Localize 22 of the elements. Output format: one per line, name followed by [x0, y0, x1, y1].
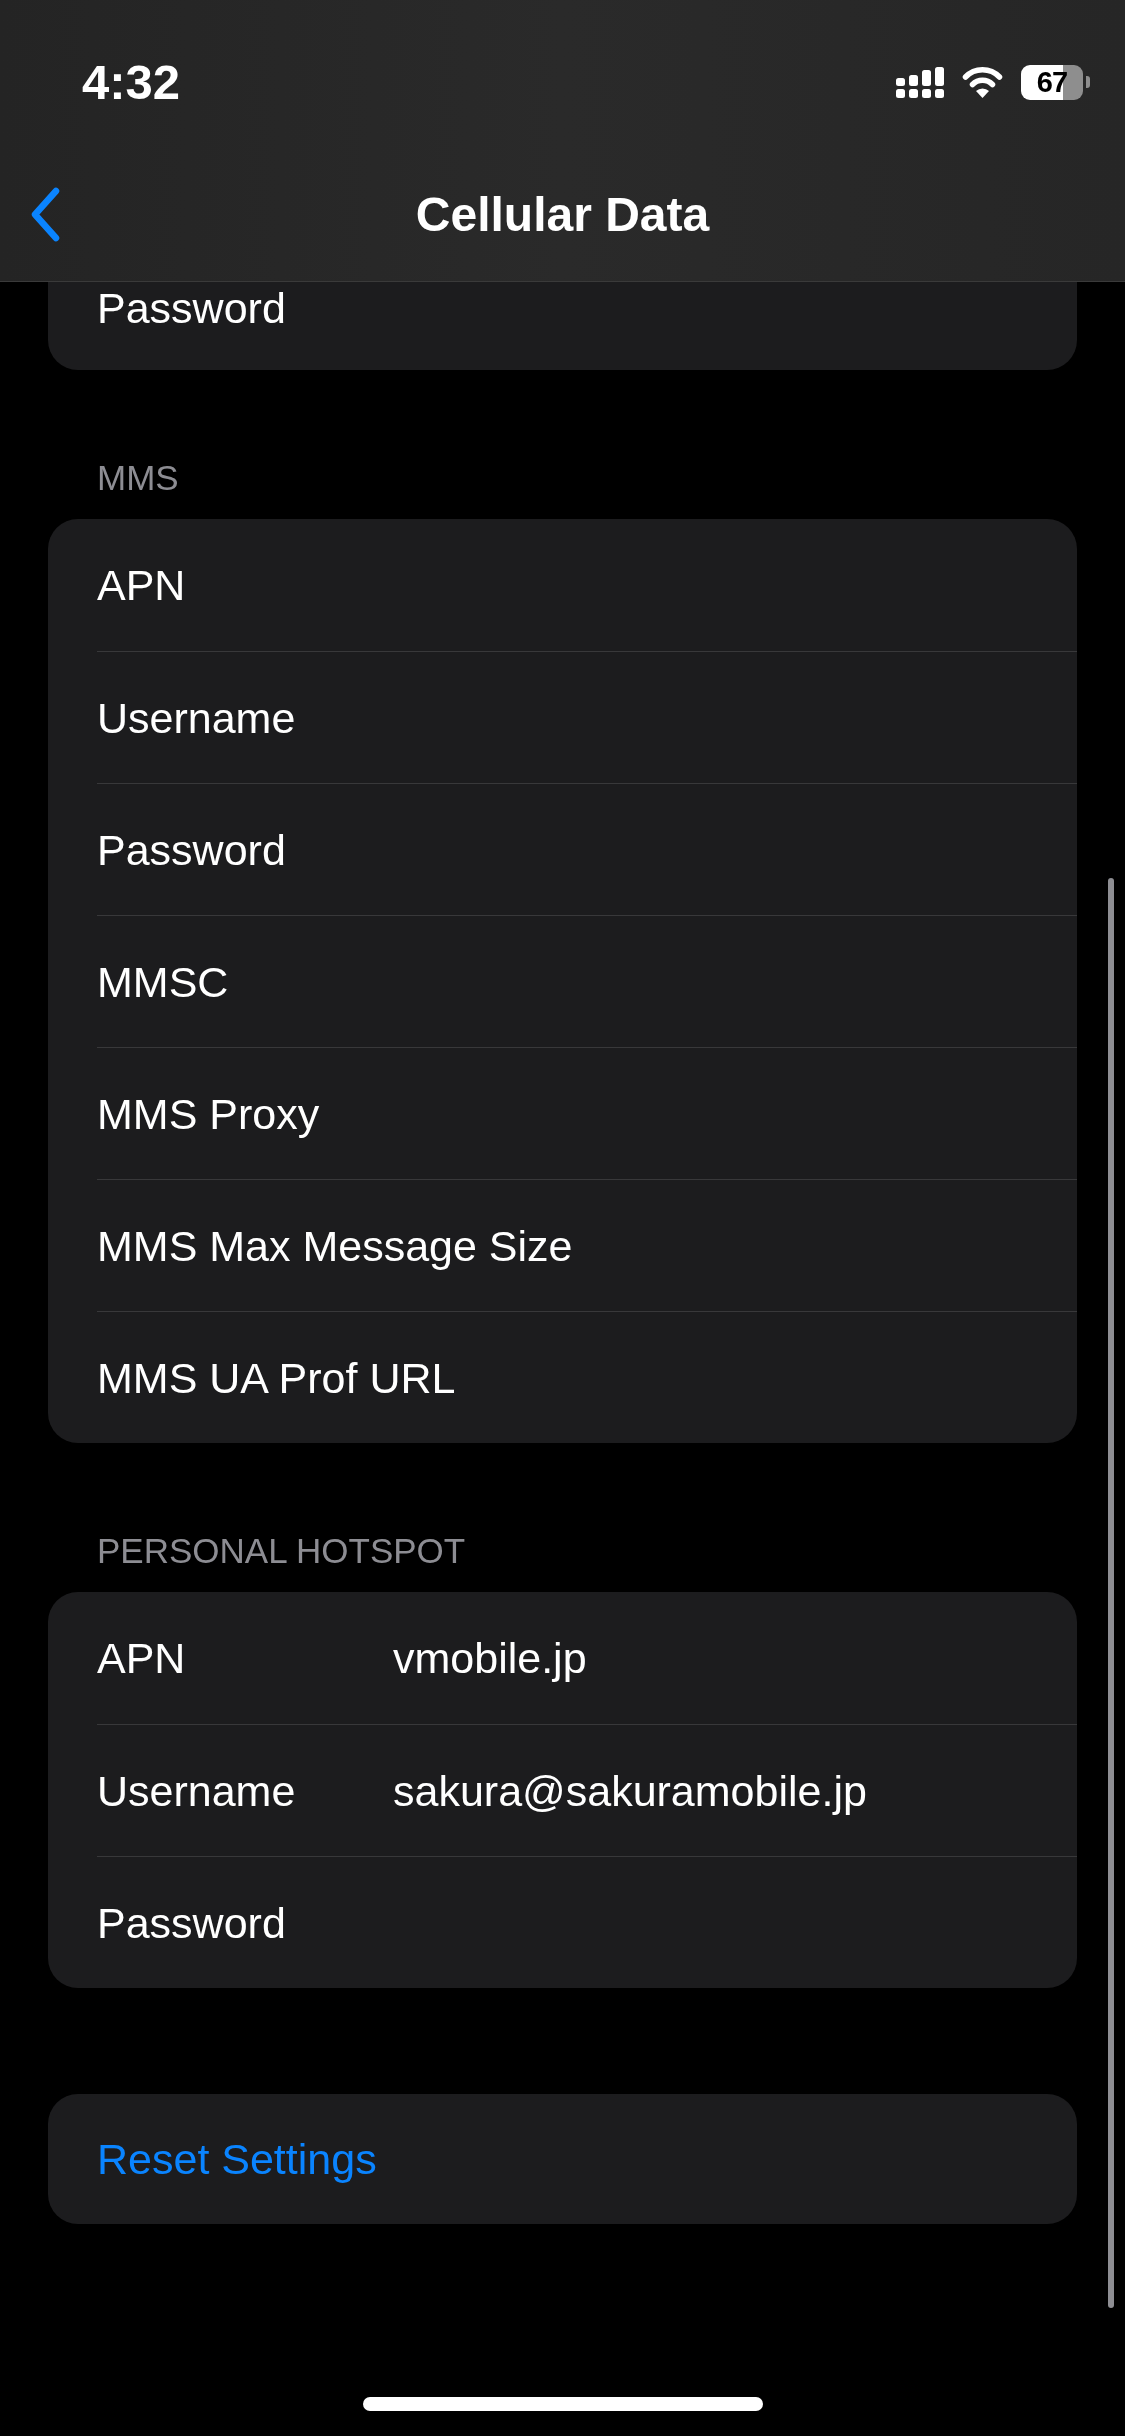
section-header: PERSONAL HOTSPOT: [97, 1530, 467, 1572]
setting-label: Password: [97, 824, 286, 876]
setting-label: Username: [97, 1765, 296, 1817]
setting-value[interactable]: vmobile.jp: [393, 1632, 587, 1684]
setting-label: Password: [97, 283, 286, 334]
setting-label: MMS Proxy: [97, 1088, 320, 1140]
setting-label: Password: [97, 1897, 286, 1949]
setting-label: MMSC: [97, 956, 229, 1008]
wifi-icon: [960, 65, 1005, 99]
signal-icon: [896, 66, 944, 98]
setting-label: APN: [97, 1633, 186, 1684]
section-header: MMS: [97, 457, 180, 499]
battery-percentage: 67: [1036, 66, 1068, 98]
setting-value[interactable]: sakura@sakuramobile.jp: [393, 1764, 867, 1817]
setting-label: APN: [97, 560, 186, 611]
page-title: Cellular Data: [415, 186, 710, 243]
back-icon[interactable]: [29, 187, 61, 242]
setting-label: Username: [97, 692, 296, 744]
setting-label: MMS Max Message Size: [97, 1220, 573, 1272]
setting-label: MMS UA Prof URL: [97, 1352, 456, 1404]
reset-settings-button[interactable]: Reset Settings: [48, 2094, 1077, 2224]
status-time: 4:32: [82, 54, 181, 110]
